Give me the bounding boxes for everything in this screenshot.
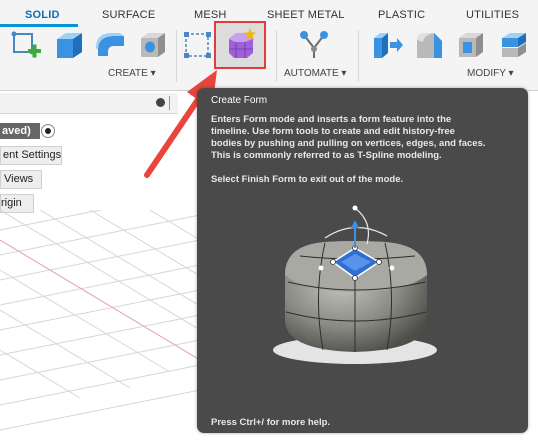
- tooltip-help-hint: Press Ctrl+/ for more help.: [211, 417, 331, 428]
- document-node-label[interactable]: aved): [0, 123, 40, 139]
- browser-node-named-views[interactable]: Views: [0, 170, 42, 189]
- toolbar-ribbon: SOLID SURFACE MESH SHEET METAL PLASTIC U…: [0, 0, 538, 91]
- hole-icon[interactable]: [136, 28, 170, 62]
- tab-mesh[interactable]: MESH: [194, 9, 227, 21]
- toolbar-separator: [276, 30, 277, 82]
- fillet-icon[interactable]: [412, 28, 446, 62]
- browser-node-label: ent Settings: [3, 149, 62, 161]
- tab-sheet-metal[interactable]: SHEET METAL: [267, 9, 345, 21]
- tab-utilities[interactable]: UTILITIES: [466, 9, 519, 21]
- automate-icon[interactable]: [297, 28, 331, 62]
- tooltip-description-line: bodies by pushing and pulling on vertice…: [211, 138, 486, 149]
- create-sketch-icon[interactable]: [10, 28, 44, 62]
- active-tab-indicator: [0, 24, 78, 27]
- tab-surface[interactable]: SURFACE: [102, 9, 155, 21]
- combine-icon[interactable]: [496, 28, 530, 62]
- revolve-icon[interactable]: [94, 28, 128, 62]
- extrude-box-icon[interactable]: [52, 28, 86, 62]
- rectangular-pattern-icon[interactable]: [181, 28, 215, 62]
- create-form-icon[interactable]: [223, 27, 257, 61]
- tooltip-description-line: This is commonly referred to as T-Spline…: [211, 150, 442, 161]
- browser-node-document-settings[interactable]: ent Settings: [0, 146, 62, 165]
- radio-dot: [45, 128, 51, 134]
- browser-node-label: rigin: [1, 197, 22, 209]
- t-spline-illustration: [273, 205, 437, 364]
- activate-radio-icon[interactable]: [41, 124, 55, 138]
- press-pull-icon[interactable]: [370, 28, 404, 62]
- automate-group-label[interactable]: AUTOMATE ▾: [284, 68, 346, 79]
- toolbar-separator: [358, 30, 359, 82]
- modify-group-label[interactable]: MODIFY ▾: [467, 68, 514, 79]
- tooltip-instruction-line: Select Finish Form to exit out of the mo…: [211, 174, 404, 185]
- viewport-grid: [0, 210, 200, 431]
- shell-icon[interactable]: [454, 28, 488, 62]
- tab-plastic[interactable]: PLASTIC: [378, 9, 425, 21]
- tooltip-description-line: timeline. Use form tools to create and e…: [211, 126, 455, 137]
- browser-node-label: Views: [4, 173, 34, 185]
- tab-solid[interactable]: SOLID: [25, 9, 60, 21]
- tooltip-title: Create Form: [211, 95, 268, 106]
- tooltip-description-line: Enters Form mode and inserts a form feat…: [211, 114, 452, 125]
